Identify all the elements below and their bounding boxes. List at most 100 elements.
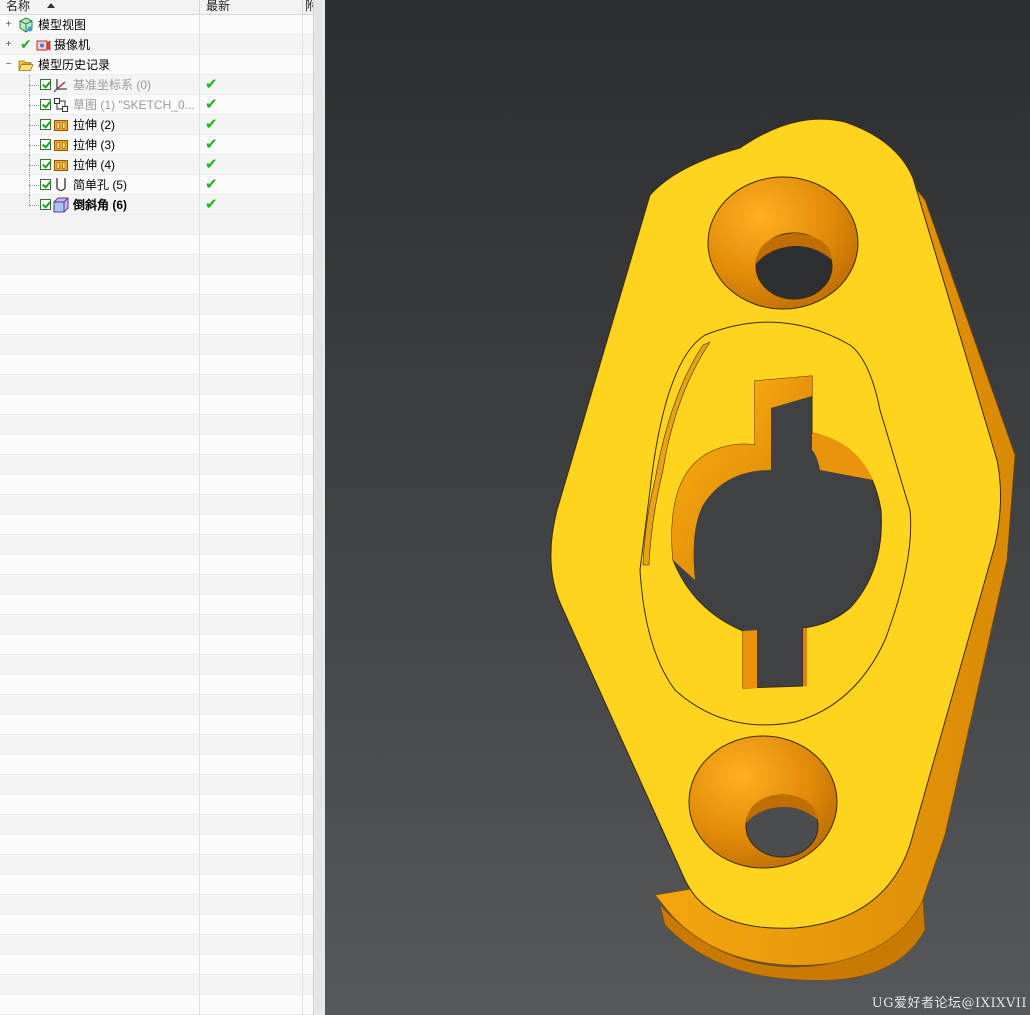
latest-checkmark-icon: ✔ <box>205 96 218 113</box>
empty-row <box>0 735 313 755</box>
tree-node-label: 拉伸 (4) <box>73 158 116 172</box>
empty-row <box>0 535 313 555</box>
empty-row <box>0 655 313 675</box>
collapse-icon[interactable]: − <box>5 60 12 70</box>
latest-checkmark-icon: ✔ <box>205 156 218 173</box>
latest-checkmark-icon: ✔ <box>205 196 218 213</box>
empty-row <box>0 335 313 355</box>
suppress-checkbox[interactable] <box>40 119 51 130</box>
active-checkmark-icon: ✔ <box>20 36 32 52</box>
empty-row <box>0 355 313 375</box>
empty-row <box>0 775 313 795</box>
tree-node-extrude-3[interactable]: 拉伸 (3) ✔ <box>0 135 313 155</box>
empty-row <box>0 615 313 635</box>
latest-checkmark-icon: ✔ <box>205 136 218 153</box>
empty-row <box>0 415 313 435</box>
simple-hole-icon <box>56 178 66 192</box>
empty-row <box>0 855 313 875</box>
tree-node-model-history[interactable]: − 模型历史记录 <box>0 55 313 75</box>
empty-row <box>0 575 313 595</box>
empty-row <box>0 595 313 615</box>
tree-node-extrude-4[interactable]: 拉伸 (4) ✔ <box>0 155 313 175</box>
column-header-name[interactable]: 名称 <box>0 0 200 14</box>
datum-csys-icon <box>53 79 67 93</box>
empty-row <box>0 255 313 275</box>
empty-row <box>0 895 313 915</box>
tree-node-label: 草图 (1) "SKETCH_0... <box>73 98 195 112</box>
empty-row <box>0 935 313 955</box>
suppress-checkbox[interactable] <box>40 179 51 190</box>
scrollbar-thumb[interactable] <box>316 2 322 1012</box>
tree-node-extrude-2[interactable]: 拉伸 (2) ✔ <box>0 115 313 135</box>
suppress-checkbox[interactable] <box>40 99 51 110</box>
extrude-icon <box>54 120 68 131</box>
tree-node-label: 拉伸 (2) <box>73 118 116 132</box>
tree-node-chamfer[interactable]: 倒斜角 (6) ✔ <box>0 195 313 215</box>
empty-row <box>0 475 313 495</box>
tree-node-label: 模型视图 <box>38 18 87 32</box>
tree-node-cameras[interactable]: + ✔ 摄像机 <box>0 35 313 55</box>
empty-row <box>0 995 313 1015</box>
watermark-text: UG爱好者论坛@IXIXVII <box>871 996 1027 1011</box>
extrude-icon <box>54 140 68 151</box>
empty-row <box>0 875 313 895</box>
empty-row <box>0 395 313 415</box>
part-navigator-panel: 名称 最新 附 + 模型视图 + ✔ 摄像机 − 模型历史记录 基准坐标系 (0… <box>0 0 313 1015</box>
empty-row <box>0 635 313 655</box>
empty-row <box>0 435 313 455</box>
tree-node-label: 倒斜角 (6) <box>73 198 128 212</box>
suppress-checkbox[interactable] <box>40 79 51 90</box>
sort-ascending-icon <box>47 3 55 8</box>
empty-row <box>0 755 313 775</box>
expand-icon[interactable]: + <box>5 20 12 30</box>
tree-node-label: 拉伸 (3) <box>73 138 116 152</box>
empty-row <box>0 815 313 835</box>
suppress-checkbox[interactable] <box>40 139 51 150</box>
empty-row <box>0 295 313 315</box>
empty-row <box>0 835 313 855</box>
tree-node-label: 摄像机 <box>54 38 91 52</box>
empty-row <box>0 275 313 295</box>
empty-row <box>0 315 313 335</box>
empty-row <box>0 455 313 475</box>
empty-row <box>0 495 313 515</box>
chamfer-icon <box>53 197 69 213</box>
navigator-scrollbar[interactable] <box>313 0 325 1015</box>
tree-node-sketch[interactable]: 草图 (1) "SKETCH_0... ✔ <box>0 95 313 115</box>
empty-row <box>0 955 313 975</box>
suppress-checkbox[interactable] <box>40 199 51 210</box>
latest-checkmark-icon: ✔ <box>205 116 218 133</box>
column-header-attached-label: 附 <box>305 0 313 13</box>
folder-open-icon <box>18 60 34 71</box>
empty-row <box>0 555 313 575</box>
tree-node-simple-hole[interactable]: 简单孔 (5) ✔ <box>0 175 313 195</box>
column-header-attached[interactable]: 附 <box>303 0 313 14</box>
empty-row <box>0 515 313 535</box>
latest-checkmark-icon: ✔ <box>205 176 218 193</box>
part-model[interactable] <box>325 0 1030 1015</box>
navigator-tree: + 模型视图 + ✔ 摄像机 − 模型历史记录 基准坐标系 (0) ✔ 草图 (… <box>0 15 313 215</box>
column-header-latest[interactable]: 最新 <box>200 0 303 14</box>
column-header-name-label: 名称 <box>6 0 31 13</box>
graphics-viewport[interactable]: UG爱好者论坛@IXIXVII <box>325 0 1030 1015</box>
extrude-icon <box>54 160 68 171</box>
latest-checkmark-icon: ✔ <box>205 76 218 93</box>
navigator-header: 名称 最新 附 <box>0 0 313 15</box>
empty-row <box>0 375 313 395</box>
tree-node-label: 基准坐标系 (0) <box>73 78 152 92</box>
empty-row <box>0 695 313 715</box>
empty-row <box>0 235 313 255</box>
navigator-empty-area <box>0 215 313 1015</box>
tree-node-model-views[interactable]: + 模型视图 <box>0 15 313 35</box>
empty-row <box>0 795 313 815</box>
tree-node-datum-csys[interactable]: 基准坐标系 (0) ✔ <box>0 75 313 95</box>
tree-node-label: 简单孔 (5) <box>73 178 128 192</box>
expand-icon[interactable]: + <box>5 40 12 50</box>
empty-row <box>0 915 313 935</box>
tree-node-label: 模型历史记录 <box>38 58 111 72</box>
empty-row <box>0 675 313 695</box>
sketch-icon <box>54 98 68 112</box>
model-views-icon <box>19 17 33 33</box>
empty-row <box>0 715 313 735</box>
suppress-checkbox[interactable] <box>40 159 51 170</box>
